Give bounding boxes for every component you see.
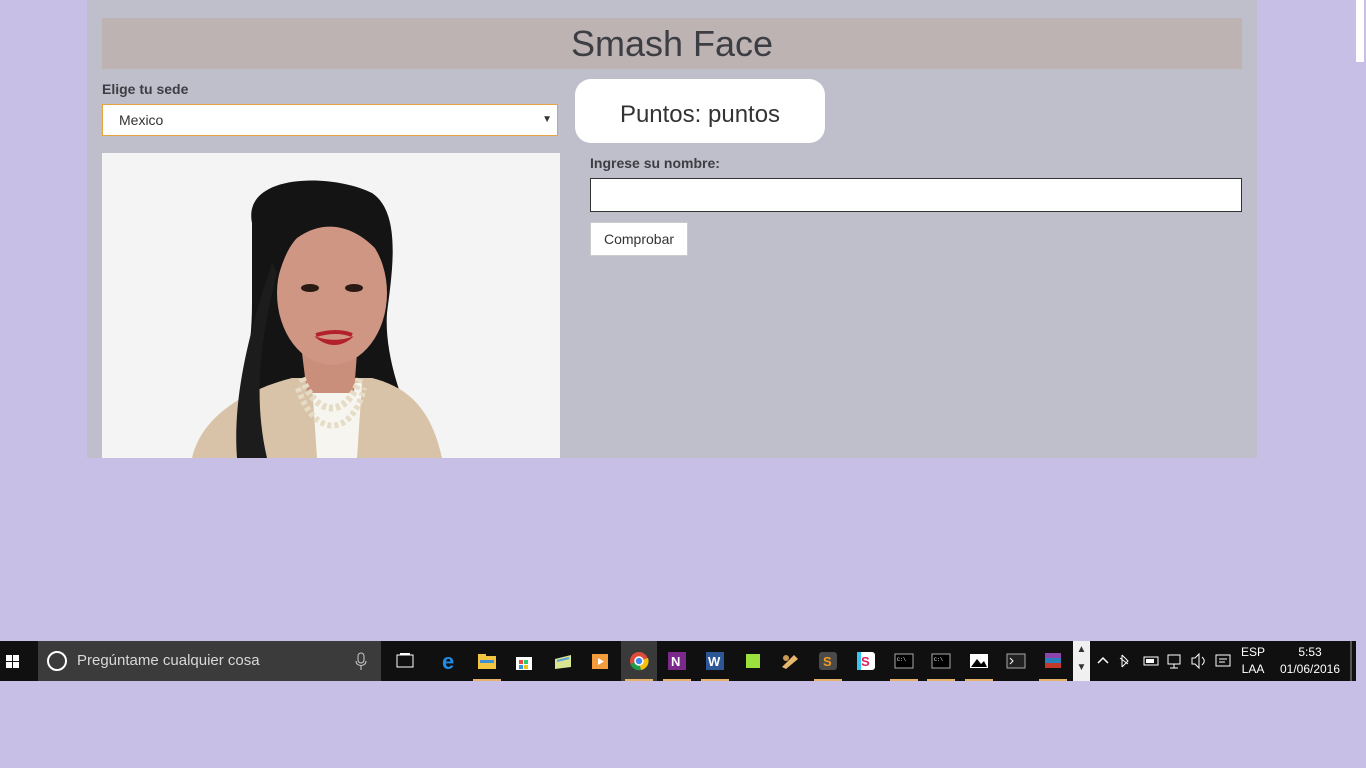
sync-folder-icon: [555, 655, 571, 669]
taskbar-app-word[interactable]: W: [697, 641, 733, 681]
running-indicator: [701, 679, 729, 681]
check-button[interactable]: Comprobar: [590, 222, 688, 256]
system-clock[interactable]: 5:53 01/06/2016: [1276, 644, 1344, 678]
running-indicator: [1039, 679, 1067, 681]
media-player-icon: [592, 654, 608, 669]
command-prompt-icon: C:\: [894, 653, 914, 669]
svg-text:e: e: [442, 651, 454, 671]
name-label: Ingrese su nombre:: [590, 155, 720, 171]
svg-text:S: S: [861, 654, 870, 669]
show-desktop-button[interactable]: [1350, 641, 1352, 681]
svg-text:N: N: [671, 654, 680, 669]
microphone-icon[interactable]: [354, 641, 368, 681]
scrollbar-thumb[interactable]: [1356, 0, 1364, 62]
page-container: Smash Face Elige tu sede Mexico ▼ Puntos…: [87, 0, 1257, 458]
taskbar-app-cmd-1[interactable]: C:\: [886, 641, 922, 681]
score-display: Puntos: puntos: [575, 79, 825, 143]
show-hidden-icons-icon[interactable]: [1097, 656, 1109, 664]
face-photo: [102, 153, 560, 458]
winrar-icon: [1045, 653, 1061, 668]
running-indicator: [927, 679, 955, 681]
taskbar-app-terminal[interactable]: [998, 641, 1034, 681]
input-language-indicator[interactable]: ESP LAA: [1238, 644, 1268, 678]
chevron-down-icon: ▼: [542, 114, 552, 125]
network-icon[interactable]: [1167, 654, 1181, 669]
running-indicator: [473, 679, 501, 681]
search-placeholder: Pregúntame cualquier cosa: [77, 652, 260, 669]
clock-date: 01/06/2016: [1279, 662, 1341, 676]
edge-icon: e: [442, 651, 454, 671]
system-tray: [1094, 641, 1234, 681]
clock-time: 5:53: [1298, 645, 1322, 659]
cortana-icon: [47, 651, 67, 671]
taskbar-app-media-player[interactable]: [582, 641, 618, 681]
language-layout: LAA: [1241, 662, 1265, 676]
paint-brush-icon: [782, 655, 798, 669]
svg-text:S: S: [823, 654, 832, 669]
svg-text:C:\: C:\: [934, 657, 943, 663]
running-indicator: [965, 679, 993, 681]
taskbar-overflow-scroll[interactable]: ▲ ▼: [1073, 641, 1090, 681]
sede-selected-value: Mexico: [119, 112, 164, 128]
sublime-text-icon: S: [819, 652, 837, 670]
svg-text:C:\: C:\: [897, 657, 906, 663]
taskbar-app-winrar[interactable]: [1035, 641, 1071, 681]
windows-logo-icon: [6, 655, 19, 668]
running-indicator: [663, 679, 691, 681]
battery-icon[interactable]: [1143, 656, 1159, 666]
taskbar-app-sublime[interactable]: S: [810, 641, 846, 681]
running-indicator: [814, 679, 842, 681]
terminal-icon: [1006, 653, 1026, 669]
page-scrollbar[interactable]: [1353, 0, 1366, 641]
sede-label: Elige tu sede: [102, 81, 189, 97]
taskbar-app-photos[interactable]: [961, 641, 997, 681]
folder-icon: [478, 654, 496, 669]
language-code: ESP: [1240, 645, 1265, 659]
windows-start-button[interactable]: [0, 641, 38, 681]
taskbar-app-folder-sync[interactable]: [545, 641, 581, 681]
onenote-icon: N: [668, 652, 686, 670]
slack-icon: S: [857, 652, 875, 670]
running-indicator: [625, 679, 653, 681]
task-view-button[interactable]: [387, 641, 423, 681]
taskbar-app-onenote[interactable]: N: [659, 641, 695, 681]
svg-text:W: W: [708, 654, 721, 669]
photos-icon: [970, 654, 988, 668]
taskbar-app-file-explorer[interactable]: [469, 641, 505, 681]
task-view-icon: [396, 653, 414, 668]
chrome-icon: [630, 652, 649, 671]
word-icon: W: [706, 652, 724, 670]
taskbar-app-store[interactable]: [506, 641, 542, 681]
running-indicator: [890, 679, 918, 681]
taskbar-app-chrome[interactable]: [621, 641, 657, 681]
cortana-search-box[interactable]: Pregúntame cualquier cosa: [38, 641, 381, 681]
taskbar-app-edge[interactable]: e: [432, 641, 468, 681]
taskbar: Pregúntame cualquier cosa e N W S S C:\ …: [0, 641, 1356, 681]
green-square-icon: [746, 654, 760, 668]
name-input[interactable]: [590, 178, 1242, 212]
taskbar-app-cmd-2[interactable]: C:\: [923, 641, 959, 681]
store-icon: [516, 657, 532, 670]
taskbar-app-green[interactable]: [735, 641, 771, 681]
command-prompt-icon: C:\: [931, 653, 951, 669]
action-center-icon[interactable]: [1215, 654, 1231, 667]
page-title: Smash Face: [102, 18, 1242, 69]
taskbar-app-slack[interactable]: S: [848, 641, 884, 681]
taskbar-app-paint[interactable]: [772, 641, 808, 681]
bluetooth-icon[interactable]: [1119, 654, 1129, 668]
volume-icon[interactable]: [1191, 652, 1205, 670]
sede-select[interactable]: Mexico ▼: [102, 104, 558, 136]
